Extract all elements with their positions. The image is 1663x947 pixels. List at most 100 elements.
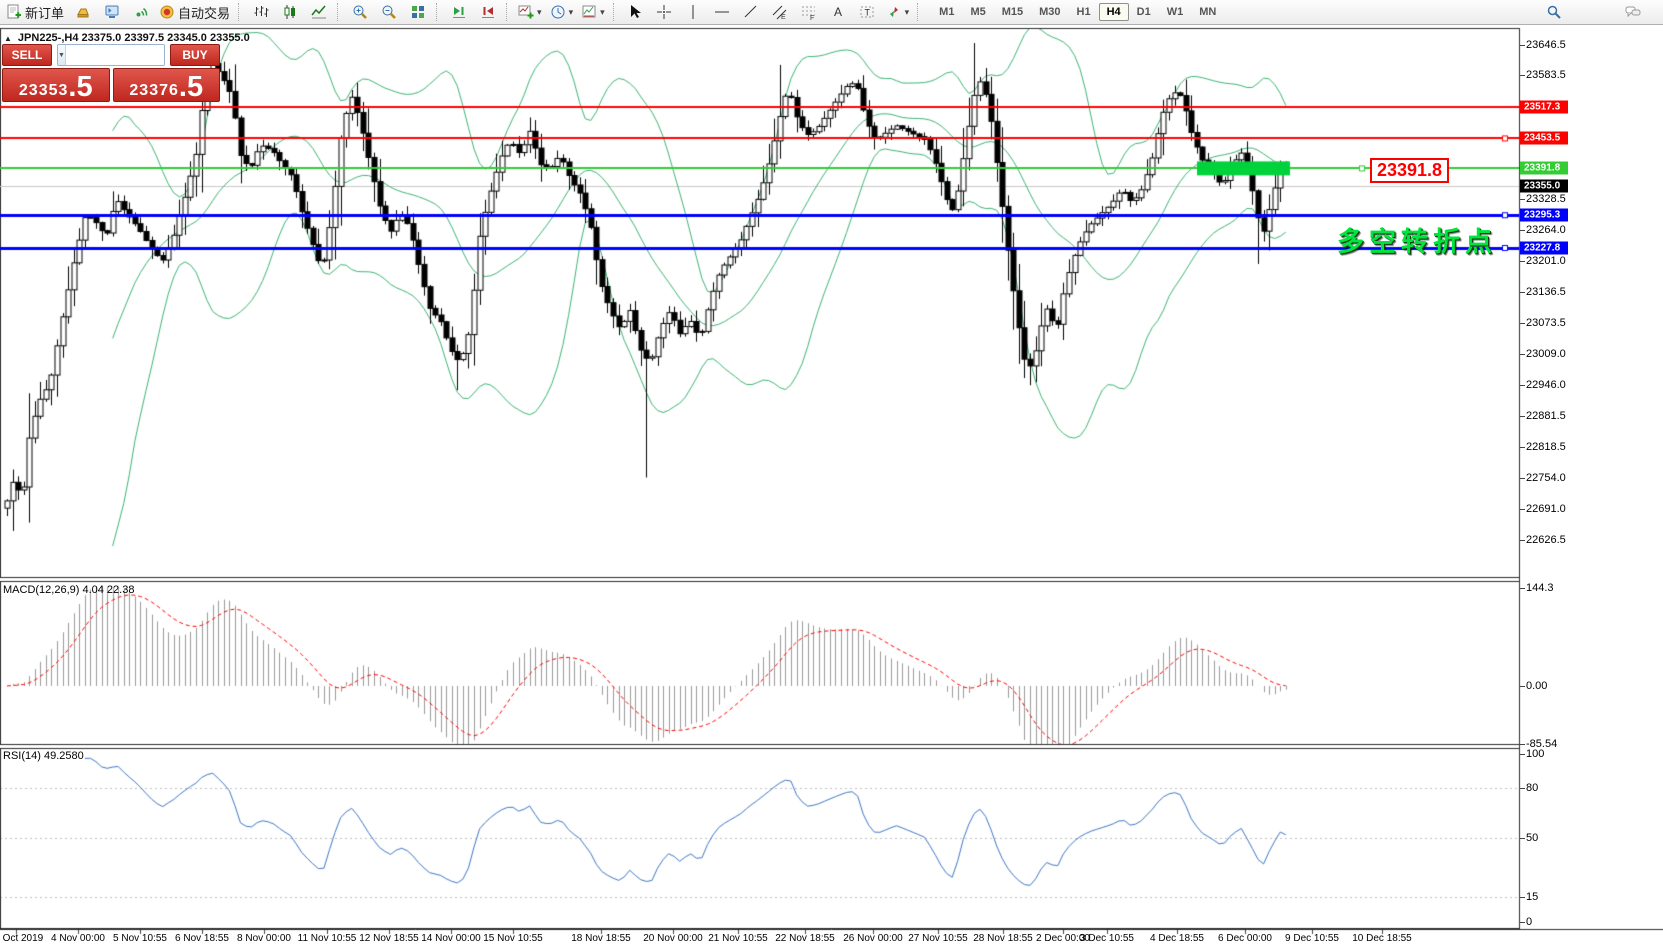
toolbar-separator — [238, 3, 242, 21]
chart-area[interactable]: ▲ JPN225-,H4 23375.0 23397.5 23345.0 233… — [0, 26, 1663, 947]
buy-button[interactable]: BUY — [170, 44, 220, 66]
text-label-icon: T — [859, 4, 875, 20]
toolbar-separator — [506, 3, 510, 21]
volume-input[interactable] — [66, 45, 165, 65]
signals-icon — [133, 4, 149, 20]
tile-windows-icon — [410, 4, 426, 20]
price-tick-label: 22691.0 — [1526, 503, 1566, 515]
auto-scroll-button[interactable] — [444, 1, 473, 24]
periods-button[interactable]: ▾ — [546, 1, 578, 24]
price-tick-label: 23073.5 — [1526, 317, 1566, 329]
search-icon — [1546, 4, 1562, 20]
text-label-button[interactable]: T — [853, 1, 882, 24]
pane-splitter[interactable] — [0, 576, 1663, 580]
new-order-button[interactable]: 新订单 — [2, 1, 68, 24]
toolbar: 新订单自动交易▾▾▾EFAT▾M1M5M15M30H1H4D1W1MN — [0, 0, 1663, 25]
price-tick-label: 23264.0 — [1526, 224, 1566, 236]
market-watch-button[interactable] — [68, 1, 97, 24]
timeframe-button-mn[interactable]: MN — [1191, 3, 1224, 21]
autotrading-button[interactable]: 自动交易 — [155, 1, 234, 24]
buy-price-display[interactable]: 23376 .5 — [113, 68, 221, 102]
chat-button[interactable] — [1618, 1, 1647, 24]
sell-button[interactable]: SELL — [2, 44, 52, 66]
zoom-in-icon — [352, 4, 368, 20]
price-line-label: 23227.8 — [1520, 242, 1568, 255]
chart-title: ▲ JPN225-,H4 23375.0 23397.5 23345.0 233… — [4, 32, 250, 44]
timeframe-button-w1[interactable]: W1 — [1159, 3, 1192, 21]
timeframe-button-h4[interactable]: H4 — [1099, 3, 1129, 21]
time-axis-label: 6 Dec 00:00 — [1218, 933, 1272, 944]
time-axis-label: 14 Nov 00:00 — [421, 933, 481, 944]
macd-indicator-label: MACD(12,26,9) 4.04 22.38 — [3, 584, 134, 596]
volume-stepper: ▼ ▲ — [57, 44, 165, 66]
time-axis-label: 12 Nov 18:55 — [359, 933, 419, 944]
vline-icon — [685, 4, 701, 20]
time-axis-label: 11 Nov 10:55 — [298, 933, 357, 944]
timeframe-button-d1[interactable]: D1 — [1129, 3, 1159, 21]
indicators-icon — [518, 4, 534, 20]
time-axis-label: 5 Nov 10:55 — [113, 933, 167, 944]
templates-button[interactable]: ▾ — [577, 1, 609, 24]
cursor-button[interactable] — [621, 1, 650, 24]
search-button[interactable] — [1539, 1, 1568, 24]
crosshair-icon — [656, 4, 672, 20]
rsi-axis-label: 50 — [1526, 832, 1538, 844]
text-button[interactable]: A — [824, 1, 853, 24]
bar-chart-button[interactable] — [246, 1, 275, 24]
timeframe-button-m5[interactable]: M5 — [962, 3, 993, 21]
crosshair-button[interactable] — [650, 1, 679, 24]
vertical-line-button[interactable] — [679, 1, 708, 24]
collapse-panel-icon[interactable]: ▲ — [4, 34, 12, 43]
sell-price-display[interactable]: 23353 .5 — [2, 68, 110, 102]
channel-icon: E — [772, 4, 788, 20]
channel-button[interactable]: E — [766, 1, 795, 24]
toolbar-button-label: 自动交易 — [178, 3, 230, 22]
metaeditor-button[interactable] — [97, 1, 126, 24]
annotation-text[interactable]: 多空转折点 — [1337, 220, 1497, 259]
arrows-button[interactable]: ▾ — [882, 1, 914, 24]
fibonacci-button[interactable]: F — [795, 1, 824, 24]
time-axis-label: 4 Dec 18:55 — [1150, 933, 1204, 944]
horizontal-line-button[interactable] — [708, 1, 737, 24]
zoom-in-button[interactable] — [345, 1, 374, 24]
time-axis-label: 15 Nov 10:55 — [483, 933, 543, 944]
price-tick-label: 22881.5 — [1526, 410, 1566, 422]
timeframe-button-m1[interactable]: M1 — [931, 3, 962, 21]
rsi-axis-label: 0 — [1526, 916, 1532, 928]
rsi-indicator-label: RSI(14) 49.2580 — [3, 750, 84, 762]
volume-decrease-button[interactable]: ▼ — [58, 45, 66, 65]
current-price-label: 23355.0 — [1520, 180, 1568, 193]
signals-button[interactable] — [126, 1, 155, 24]
timeframe-button-h1[interactable]: H1 — [1069, 3, 1099, 21]
rsi-axis-label: 80 — [1526, 782, 1538, 794]
svg-text:F: F — [810, 15, 814, 20]
trendline-button[interactable] — [737, 1, 766, 24]
candlestick-button[interactable] — [275, 1, 304, 24]
toolbar-button-label: 新订单 — [25, 3, 64, 22]
sell-price-main: 23353 — [19, 82, 69, 100]
time-axis-label: 3 Dec 10:55 — [1080, 933, 1134, 944]
time-axis-label: 8 Nov 00:00 — [237, 933, 291, 944]
candlestick-icon — [282, 4, 298, 20]
dropdown-caret-icon: ▾ — [537, 7, 542, 18]
toolbar-separator — [436, 3, 440, 21]
line-chart-icon — [311, 4, 327, 20]
clock-icon — [550, 4, 566, 20]
tile-windows-button[interactable] — [403, 1, 432, 24]
pane-splitter[interactable] — [0, 743, 1663, 747]
chart-shift-button[interactable] — [473, 1, 502, 24]
price-line-label: 23295.3 — [1520, 209, 1568, 222]
zoom-out-button[interactable] — [374, 1, 403, 24]
buy-price-pips: .5 — [179, 74, 203, 100]
time-axis-label: 22 Nov 18:55 — [775, 933, 835, 944]
new-order-icon — [6, 4, 22, 20]
indicators-button[interactable]: ▾ — [514, 1, 546, 24]
metaeditor-icon — [104, 4, 120, 20]
price-tick-label: 23646.5 — [1526, 39, 1566, 51]
timeframe-button-m30[interactable]: M30 — [1031, 3, 1068, 21]
price-line-label: 23391.8 — [1520, 162, 1568, 175]
price-tick-label: 22626.5 — [1526, 534, 1566, 546]
price-callout[interactable]: 23391.8 — [1370, 158, 1449, 183]
timeframe-button-m15[interactable]: M15 — [994, 3, 1031, 21]
line-chart-button[interactable] — [304, 1, 333, 24]
